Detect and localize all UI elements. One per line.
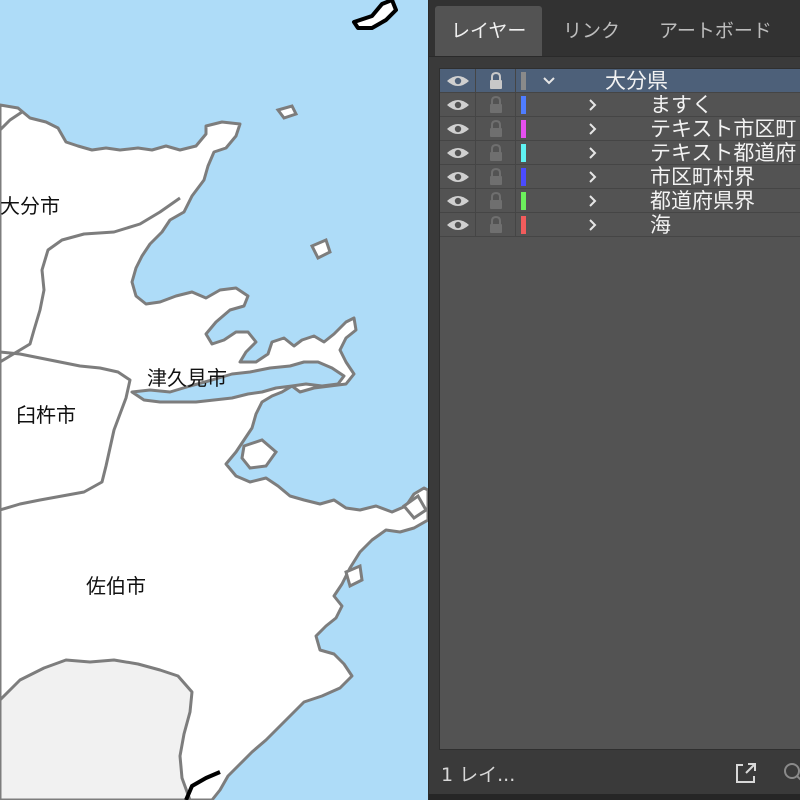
layer-color-swatch <box>521 192 526 210</box>
chevron-right-icon[interactable] <box>586 93 600 117</box>
eye-icon <box>446 76 469 86</box>
layer-color-swatch <box>521 168 526 186</box>
lock-toggle[interactable] <box>476 213 516 237</box>
layer-row-oita[interactable]: 大分県 <box>440 69 800 93</box>
tab-layers[interactable]: レイヤー <box>435 6 543 56</box>
tab-links[interactable]: リンク <box>547 6 636 56</box>
lock-toggle[interactable] <box>476 69 516 93</box>
map-artwork <box>0 0 428 800</box>
lock-toggle[interactable] <box>476 93 516 117</box>
layer-list: 大分県 ますく テキスト市区町 テキスト都道府 市区町村界 都道府県界 海 <box>439 68 800 750</box>
layer-name[interactable]: 大分県 <box>605 69 668 93</box>
lock-toggle[interactable] <box>476 141 516 165</box>
app-window: 大分市 津久見市 臼杵市 佐伯市 レイヤー リンク アートボード 大分県 ますく… <box>0 0 800 800</box>
layer-count-label: 1 レイ... <box>441 764 516 786</box>
layer-name[interactable]: ますく <box>650 93 713 117</box>
lock-toggle[interactable] <box>476 189 516 213</box>
chevron-down-icon[interactable] <box>542 69 556 93</box>
panel-footer: 1 レイ... <box>429 750 800 794</box>
layer-row-prefecture-border[interactable]: 都道府県界 <box>440 189 800 213</box>
visibility-toggle[interactable] <box>440 69 476 93</box>
chevron-right-icon[interactable] <box>586 165 600 189</box>
neighbor-land <box>0 658 194 800</box>
city-label-saiki: 佐伯市 <box>86 574 146 598</box>
layers-panel: レイヤー リンク アートボード 大分県 ますく テキスト市区町 テキスト都道府 … <box>428 0 800 800</box>
visibility-toggle[interactable] <box>440 189 476 213</box>
layer-row-text-prefecture[interactable]: テキスト都道府 <box>440 141 800 165</box>
lock-icon <box>489 216 502 233</box>
lock-icon <box>489 72 502 89</box>
island <box>309 237 332 261</box>
layer-row-mask[interactable]: ますく <box>440 93 800 117</box>
layer-row-sea[interactable]: 海 <box>440 213 800 237</box>
eye-icon <box>446 148 469 158</box>
lock-icon <box>489 144 502 161</box>
search-icon[interactable] <box>781 760 800 786</box>
chevron-right-icon[interactable] <box>586 213 600 237</box>
eye-icon <box>446 100 469 110</box>
layer-color-swatch <box>521 72 526 90</box>
chevron-right-icon[interactable] <box>586 141 600 165</box>
layer-color-swatch <box>521 120 526 138</box>
visibility-toggle[interactable] <box>440 213 476 237</box>
visibility-toggle[interactable] <box>440 141 476 165</box>
visibility-toggle[interactable] <box>440 93 476 117</box>
prefecture-border <box>352 0 398 30</box>
lock-icon <box>489 96 502 113</box>
lock-toggle[interactable] <box>476 165 516 189</box>
lock-icon <box>489 192 502 209</box>
eye-icon <box>446 220 469 230</box>
layer-name[interactable]: 市区町村界 <box>650 165 755 189</box>
chevron-right-icon[interactable] <box>586 117 600 141</box>
eye-icon <box>446 196 469 206</box>
island <box>275 104 299 120</box>
layer-name[interactable]: テキスト市区町 <box>650 117 796 141</box>
lock-icon <box>489 120 502 137</box>
layer-color-swatch <box>521 96 526 114</box>
eye-icon <box>446 124 469 134</box>
layer-name[interactable]: テキスト都道府 <box>650 141 796 165</box>
layer-name[interactable]: 海 <box>650 213 671 237</box>
chevron-right-icon[interactable] <box>586 189 600 213</box>
visibility-toggle[interactable] <box>440 165 476 189</box>
eye-icon <box>446 172 469 182</box>
layer-row-city-border[interactable]: 市区町村界 <box>440 165 800 189</box>
city-label-usuki: 臼杵市 <box>16 403 76 427</box>
island <box>240 438 279 470</box>
tab-artboards[interactable]: アートボード <box>643 6 788 56</box>
lock-toggle[interactable] <box>476 117 516 141</box>
city-label-tsukumi: 津久見市 <box>147 366 227 390</box>
layer-color-swatch <box>521 144 526 162</box>
layer-name[interactable]: 都道府県界 <box>650 189 755 213</box>
layer-color-swatch <box>521 216 526 234</box>
panel-tabbar: レイヤー リンク アートボード <box>429 0 800 57</box>
city-label-oita: 大分市 <box>0 194 60 218</box>
panel-resize-grip[interactable] <box>429 794 800 800</box>
map-canvas[interactable]: 大分市 津久見市 臼杵市 佐伯市 <box>0 0 428 800</box>
lock-icon <box>489 168 502 185</box>
layer-row-text-city[interactable]: テキスト市区町 <box>440 117 800 141</box>
visibility-toggle[interactable] <box>440 117 476 141</box>
export-icon[interactable] <box>733 760 759 786</box>
